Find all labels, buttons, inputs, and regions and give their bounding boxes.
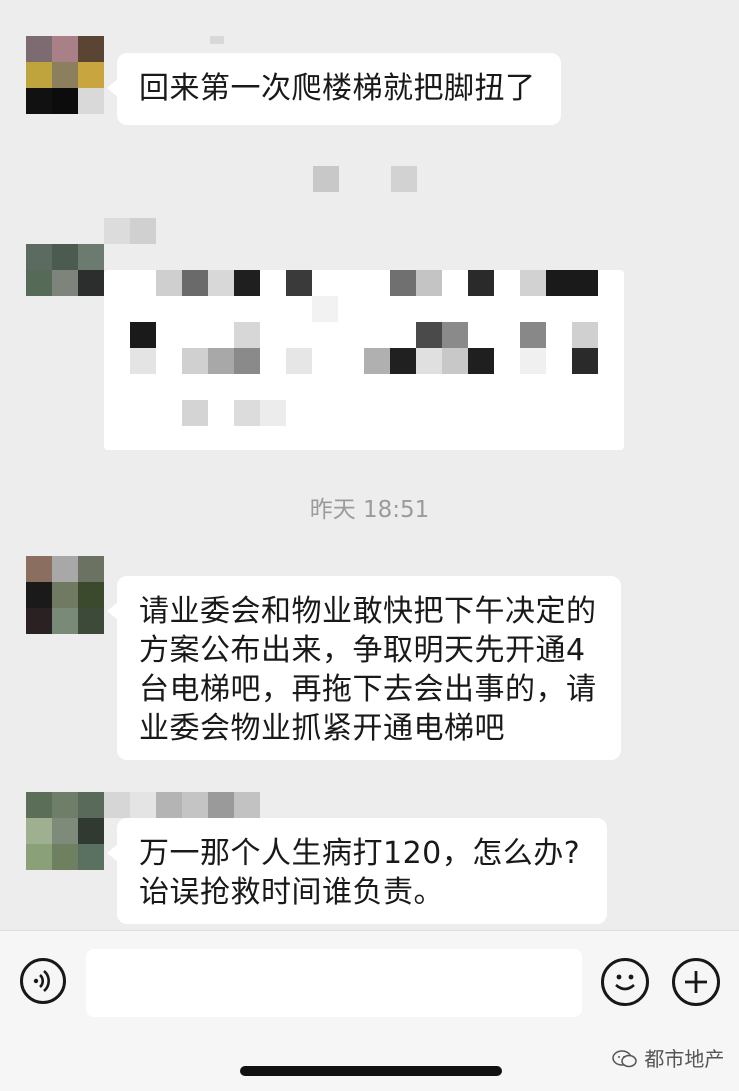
blurred-text xyxy=(156,270,182,296)
blurred-text xyxy=(546,270,598,296)
blurred-text xyxy=(234,348,260,374)
blurred-sender-name xyxy=(234,792,260,818)
blurred-text xyxy=(442,348,468,374)
blurred-text xyxy=(416,270,442,296)
blurred-text xyxy=(260,400,286,426)
blurred-text xyxy=(208,270,234,296)
blurred-sender-name xyxy=(182,792,208,818)
blurred-sender-name xyxy=(130,792,156,818)
blurred-text xyxy=(416,348,442,374)
blurred-text xyxy=(520,348,546,374)
blurred-text xyxy=(442,322,468,348)
blurred-text xyxy=(520,322,546,348)
message-text: 方案公布出来，争取明天先开通4 xyxy=(139,633,586,668)
message-bubble[interactable]: 请业委会和物业敢快把下午决定的 方案公布出来，争取明天先开通4 台电梯吧，再拖下… xyxy=(107,576,621,760)
watermark: 都市地产 xyxy=(612,1043,724,1072)
message-text: 回来第一次爬楼梯就把脚扭了 xyxy=(139,71,536,106)
blurred-text xyxy=(572,348,598,374)
blurred-notice xyxy=(391,166,417,192)
blurred-text xyxy=(390,348,416,374)
message-bubble[interactable]: 万一那个人生病打120，怎么办? 诒误抢救时间谁负责。 xyxy=(107,818,607,924)
blurred-text xyxy=(208,348,234,374)
blurred-text xyxy=(468,348,494,374)
voice-icon[interactable] xyxy=(20,958,66,1004)
blurred-text xyxy=(130,348,156,374)
blurred-text xyxy=(286,270,312,296)
blurred-sender-name xyxy=(104,792,130,818)
avatar[interactable] xyxy=(26,556,104,634)
blurred-text xyxy=(286,348,312,374)
blurred-text xyxy=(364,348,390,374)
blurred-sender-name xyxy=(210,36,224,44)
wechat-icon xyxy=(612,1047,644,1071)
emoji-icon[interactable] xyxy=(601,958,649,1006)
avatar[interactable] xyxy=(26,244,104,296)
message-bubble-blurred[interactable] xyxy=(104,270,624,450)
plus-icon[interactable] xyxy=(672,958,720,1006)
blurred-text xyxy=(416,322,442,348)
blurred-text xyxy=(468,270,494,296)
message-bubble[interactable]: 回来第一次爬楼梯就把脚扭了 xyxy=(107,53,561,125)
timestamp: 昨天 18:51 xyxy=(309,497,430,523)
blurred-text xyxy=(520,270,546,296)
blurred-sender-name xyxy=(208,792,234,818)
message-text: 业委会物业抓紧开通电梯吧 xyxy=(139,711,505,746)
blurred-text xyxy=(312,296,338,322)
blurred-text xyxy=(234,322,260,348)
blurred-text xyxy=(234,400,260,426)
watermark-text: 都市地产 xyxy=(644,1047,725,1071)
avatar[interactable] xyxy=(26,36,104,114)
message-input[interactable] xyxy=(86,949,582,1017)
blurred-sender-name xyxy=(104,218,130,244)
blurred-text xyxy=(572,322,598,348)
blurred-text xyxy=(130,322,156,348)
blurred-text xyxy=(182,348,208,374)
blurred-text xyxy=(234,270,260,296)
message-text: 请业委会和物业敢快把下午决定的 xyxy=(139,594,597,629)
blurred-text xyxy=(390,270,416,296)
message-text: 台电梯吧，再拖下去会出事的，请 xyxy=(139,672,597,707)
message-text: 诒误抢救时间谁负责。 xyxy=(139,875,444,910)
message-text: 万一那个人生病打120，怎么办? xyxy=(139,836,581,871)
blurred-sender-name xyxy=(156,792,182,818)
blurred-text xyxy=(182,270,208,296)
blurred-notice xyxy=(313,166,339,192)
blurred-text xyxy=(182,400,208,426)
home-indicator xyxy=(240,1066,502,1076)
avatar[interactable] xyxy=(26,792,104,870)
blurred-sender-name xyxy=(130,218,156,244)
